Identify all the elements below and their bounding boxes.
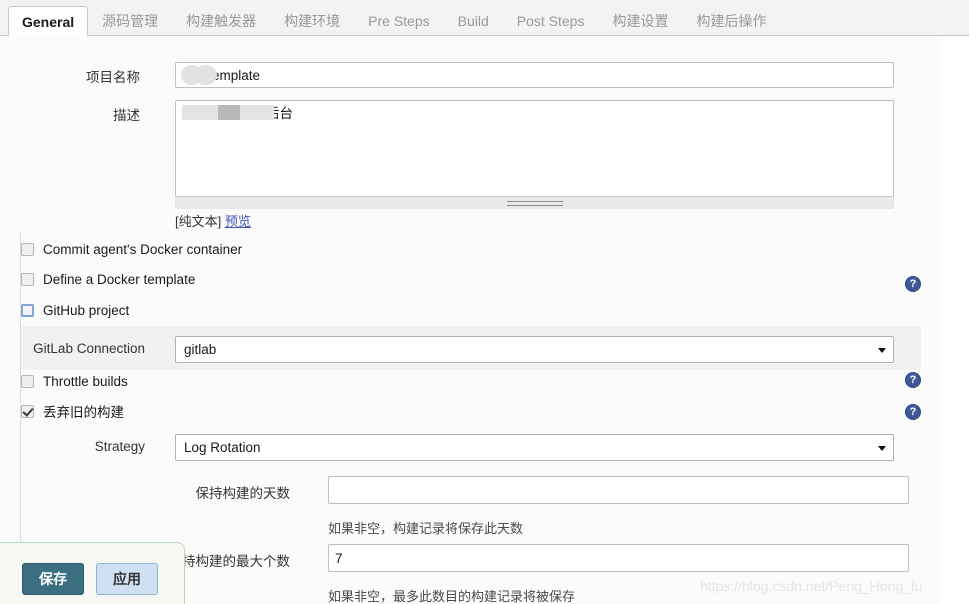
strategy-value: Log Rotation xyxy=(184,440,261,455)
checkbox-label[interactable]: Throttle builds xyxy=(43,374,128,389)
config-tab-bar: General 源码管理 构建触发器 构建环境 Pre Steps Build Post S… xyxy=(0,0,969,37)
help-icon-throttle-builds[interactable] xyxy=(905,372,921,388)
description-row: 描述 xyxy=(0,100,941,209)
checkbox-row-throttle-builds[interactable]: Throttle builds xyxy=(0,366,941,396)
project-name-input[interactable] xyxy=(175,62,894,88)
description-label: 描述 xyxy=(113,108,140,123)
days-to-keep-hint: 如果非空，构建记录将保存此天数 xyxy=(328,521,524,536)
plain-text-label: [纯文本] xyxy=(175,214,222,229)
tab-[interactable]: 源码管理 xyxy=(88,5,172,36)
chevron-down-icon xyxy=(878,347,886,353)
checkbox-label[interactable]: Commit agent's Docker container xyxy=(43,242,242,257)
checkbox-label[interactable]: 丢弃旧的构建 xyxy=(43,401,124,421)
redaction-blob xyxy=(218,105,240,120)
project-name-label: 项目名称 xyxy=(86,70,140,85)
save-button[interactable]: 保存 xyxy=(22,563,84,595)
apply-button[interactable]: 应用 xyxy=(96,563,158,595)
tab-[interactable]: 构建环境 xyxy=(270,5,354,36)
checkbox-row-define-docker-template[interactable]: Define a Docker template xyxy=(0,264,941,294)
checkbox-row-commit-agent-docker[interactable]: Commit agent's Docker container xyxy=(0,234,941,264)
checkbox-label[interactable]: GitHub project xyxy=(43,303,129,318)
days-to-keep-label: 保持构建的天数 xyxy=(195,486,291,501)
checkbox-throttle-builds[interactable] xyxy=(21,374,34,388)
description-markup-row: [纯文本] 预览 xyxy=(175,211,251,230)
jenkins-job-config-page: General 源码管理 构建触发器 构建环境 Pre Steps Build Post S… xyxy=(0,0,969,604)
config-form-panel: 项目名称 描述 [纯文本] 预览 xyxy=(0,36,941,604)
help-icon-discard-old-builds[interactable] xyxy=(905,404,921,420)
days-to-keep-input[interactable] xyxy=(328,476,909,504)
num-to-keep-input[interactable] xyxy=(328,544,909,572)
strategy-row: Strategy Log Rotation xyxy=(0,434,941,461)
floating-save-bar: 保存 应用 xyxy=(0,542,185,604)
checkbox-commit-agent-docker[interactable] xyxy=(21,242,34,256)
strategy-select[interactable]: Log Rotation xyxy=(175,434,894,461)
gitlab-connection-row: GitLab Connection gitlab xyxy=(0,336,941,363)
textarea-resize-bar[interactable] xyxy=(175,196,894,209)
project-name-row: 项目名称 xyxy=(0,62,941,88)
tab-pre-steps[interactable]: Pre Steps xyxy=(354,5,443,36)
resize-grip-icon[interactable] xyxy=(506,201,563,206)
checkbox-row-github-project[interactable]: GitHub project xyxy=(0,295,941,325)
tab-build[interactable]: Build xyxy=(444,5,503,36)
description-textarea[interactable] xyxy=(175,100,894,204)
right-gutter xyxy=(941,36,969,604)
watermark-text: https://blog.csdn.net/Peng_Hong_fu xyxy=(700,578,923,594)
num-to-keep-hint: 如果非空，最多此数目的构建记录将被保存 xyxy=(328,589,576,604)
redaction-blob xyxy=(240,105,274,120)
strategy-label: Strategy xyxy=(94,439,145,454)
preview-link[interactable]: 预览 xyxy=(225,214,251,229)
checkbox-label[interactable]: Define a Docker template xyxy=(43,272,195,287)
gitlab-connection-select[interactable]: gitlab xyxy=(175,336,894,363)
redaction-blob xyxy=(195,65,217,85)
gitlab-connection-value: gitlab xyxy=(184,342,217,357)
days-to-keep-row: 保持构建的天数 xyxy=(0,476,941,504)
checkbox-discard-old-builds[interactable] xyxy=(21,404,34,418)
gitlab-connection-label: GitLab Connection xyxy=(33,341,145,356)
tab-general[interactable]: General xyxy=(8,6,89,37)
checkbox-row-discard-old-builds[interactable]: 丢弃旧的构建 xyxy=(0,396,941,426)
tab-post-steps[interactable]: Post Steps xyxy=(503,5,599,36)
checkbox-define-docker-template[interactable] xyxy=(21,272,34,286)
tab-[interactable]: 构建触发器 xyxy=(172,5,270,36)
checkbox-github-project[interactable] xyxy=(21,303,34,317)
tab-[interactable]: 构建后操作 xyxy=(682,5,780,36)
tab-[interactable]: 构建设置 xyxy=(598,5,682,36)
chevron-down-icon xyxy=(878,445,886,451)
redaction-blob xyxy=(182,105,218,120)
